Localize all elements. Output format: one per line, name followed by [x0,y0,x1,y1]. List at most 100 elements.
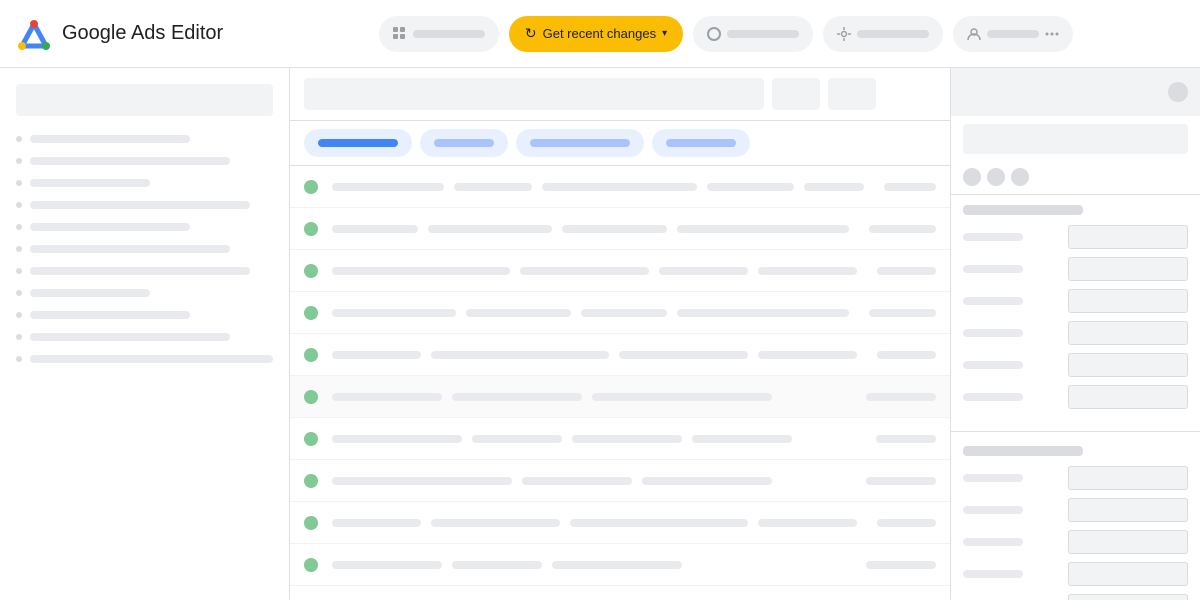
header-pill-2[interactable] [693,16,813,52]
row-cell [522,477,632,485]
rp-field-input[interactable] [1068,562,1188,586]
rp-field-input[interactable] [1068,321,1188,345]
row-cell [332,435,462,443]
row-cell [428,225,552,233]
more-icon [1045,27,1059,41]
sidebar-item-2[interactable] [0,150,289,172]
table-row[interactable] [290,460,950,502]
row-cell [332,519,421,527]
row-cell [677,225,849,233]
main-layout [0,68,1200,600]
get-recent-changes-button[interactable]: ↻ Get recent changes ▾ [509,16,683,52]
header-pill-3[interactable] [823,16,943,52]
rp-field-input[interactable] [1068,466,1188,490]
row-cell [876,435,936,443]
row-cell [581,309,667,317]
row-cell [332,561,442,569]
table-row[interactable] [290,166,950,208]
chevron-down-icon: ▾ [662,28,667,39]
row-cell [758,519,857,527]
table-row[interactable] [290,250,950,292]
sidebar-item-7[interactable] [0,260,289,282]
rp-field-input[interactable] [1068,353,1188,377]
right-panel-search-bar[interactable] [963,124,1188,154]
table-row[interactable] [290,208,950,250]
status-dot [304,264,318,278]
rp-field-input[interactable] [1068,257,1188,281]
status-dot [304,516,318,530]
rp-field-input[interactable] [1068,594,1188,600]
table-row[interactable] [290,418,950,460]
row-cell [332,183,444,191]
sidebar-item-11[interactable] [0,348,289,370]
row-cell [692,435,792,443]
rp-section-1-title [963,205,1083,215]
table-row[interactable] [290,334,950,376]
sidebar-dot [16,136,22,142]
rp-icon-3[interactable] [1011,168,1029,186]
content-header-btn-1[interactable] [772,78,820,110]
row-cell [592,393,772,401]
tab-4-label [666,139,736,147]
row-cell [332,267,510,275]
rp-field-row [963,289,1188,313]
table-row[interactable] [290,544,950,586]
row-cell [572,435,682,443]
rp-icon-2[interactable] [987,168,1005,186]
sidebar-item-3[interactable] [0,172,289,194]
rp-field-row [963,498,1188,522]
sidebar-item-6[interactable] [0,238,289,260]
row-cell [619,351,748,359]
row-cell [520,267,649,275]
sidebar-dot [16,290,22,296]
row-cell [542,183,697,191]
status-dot [304,222,318,236]
sidebar [0,68,290,600]
table-row[interactable] [290,376,950,418]
table-body [290,166,950,600]
sidebar-item-4[interactable] [0,194,289,216]
content-header-btn-2[interactable] [828,78,876,110]
right-panel-header [951,68,1200,116]
row-cell [877,267,936,275]
rp-field-input[interactable] [1068,225,1188,249]
rp-field-label [963,297,1023,305]
row-cell [869,225,936,233]
tab-2[interactable] [420,129,508,157]
row-cell [659,267,748,275]
row-cell [877,519,936,527]
sidebar-dot [16,202,22,208]
pill-3-bar [857,30,929,38]
sidebar-item-5[interactable] [0,216,289,238]
rp-field-label [963,570,1023,578]
sidebar-item-9[interactable] [0,304,289,326]
rp-field-input[interactable] [1068,498,1188,522]
content-search-bar[interactable] [304,78,764,110]
rp-field-input[interactable] [1068,385,1188,409]
table-row[interactable] [290,292,950,334]
tab-4[interactable] [652,129,750,157]
sidebar-item-10[interactable] [0,326,289,348]
status-dot [304,348,318,362]
tab-1[interactable] [304,129,412,157]
row-cell [431,519,560,527]
table-row[interactable] [290,502,950,544]
status-dot [304,474,318,488]
rp-field-row [963,385,1188,409]
rp-field-label [963,361,1023,369]
rp-icon-1[interactable] [963,168,981,186]
header-pill-1[interactable] [379,16,499,52]
tab-3-label [530,139,630,147]
right-panel-section-2 [951,436,1200,600]
header-pill-4[interactable] [953,16,1073,52]
sidebar-dot [16,334,22,340]
rp-field-input[interactable] [1068,530,1188,554]
rp-field-input[interactable] [1068,289,1188,313]
row-cell [877,351,936,359]
sidebar-item-1[interactable] [0,128,289,150]
close-icon[interactable] [1168,82,1188,102]
row-cell [866,393,936,401]
table-row[interactable] [290,586,950,600]
sidebar-item-8[interactable] [0,282,289,304]
tab-3[interactable] [516,129,644,157]
